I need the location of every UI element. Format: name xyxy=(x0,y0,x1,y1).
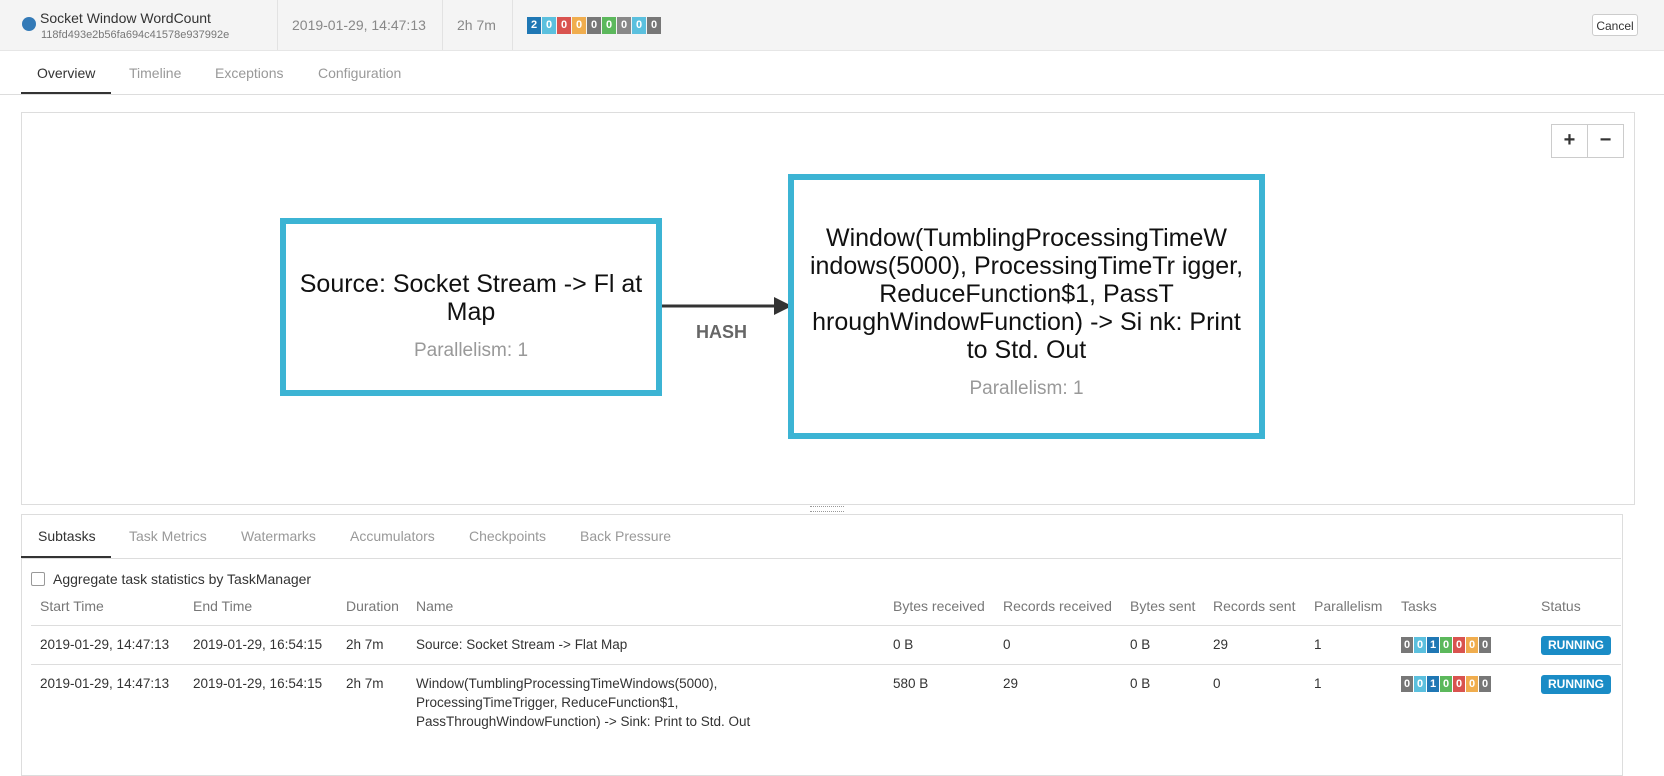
cell-start-time: 2019-01-29, 14:47:13 xyxy=(40,676,170,691)
task-state-badge: 0 xyxy=(1466,637,1478,653)
col-bytes-sent[interactable]: Bytes sent xyxy=(1130,598,1195,614)
cell-bytes-received: 580 B xyxy=(893,676,929,691)
tab-subtasks[interactable]: Subtasks xyxy=(38,528,96,544)
graph-node-window[interactable]: Window(TumblingProcessingTimeW indows(50… xyxy=(788,174,1265,439)
node-parallelism: Parallelism: 1 xyxy=(969,378,1084,399)
cell-start-time: 2019-01-29, 14:47:13 xyxy=(40,637,170,652)
tab-checkpoints[interactable]: Checkpoints xyxy=(469,528,546,544)
col-status[interactable]: Status xyxy=(1541,598,1581,614)
job-name: Socket Window WordCount xyxy=(40,10,211,26)
task-count-badge: 0 xyxy=(617,17,631,34)
cell-duration: 2h 7m xyxy=(346,676,384,691)
task-state-badge: 0 xyxy=(1401,637,1413,653)
tab-task-metrics[interactable]: Task Metrics xyxy=(129,528,207,544)
task-state-badge: 0 xyxy=(1401,676,1413,692)
task-count-badge: 0 xyxy=(647,17,661,34)
task-state-badge: 1 xyxy=(1427,676,1439,692)
cell-bytes-received: 0 B xyxy=(893,637,914,652)
status-badge: RUNNING xyxy=(1541,675,1611,694)
task-count-badge: 0 xyxy=(602,17,616,34)
task-count-badge: 2 xyxy=(527,17,541,34)
job-tabs: Overview Timeline Exceptions Configurati… xyxy=(0,52,1664,95)
task-count-badge: 0 xyxy=(572,17,586,34)
header-divider xyxy=(512,0,513,50)
header-divider xyxy=(277,0,278,50)
task-state-badge: 0 xyxy=(1453,676,1465,692)
cancel-button[interactable]: Cancel xyxy=(1592,14,1638,36)
task-state-badge: 0 xyxy=(1414,637,1426,653)
tab-configuration[interactable]: Configuration xyxy=(318,65,401,81)
task-state-badge: 0 xyxy=(1440,637,1452,653)
table-divider xyxy=(31,664,1621,665)
cell-records-sent: 29 xyxy=(1213,637,1229,652)
task-count-badge: 0 xyxy=(587,17,601,34)
col-name[interactable]: Name xyxy=(416,598,453,614)
tab-accumulators[interactable]: Accumulators xyxy=(350,528,435,544)
node-title: Source: Socket Stream -> Fl at Map xyxy=(299,270,643,326)
aggregate-label: Aggregate task statistics by TaskManager xyxy=(53,571,312,587)
col-bytes-received[interactable]: Bytes received xyxy=(893,598,985,614)
col-records-received[interactable]: Records received xyxy=(1003,598,1112,614)
col-records-sent[interactable]: Records sent xyxy=(1213,598,1295,614)
col-tasks[interactable]: Tasks xyxy=(1401,598,1437,614)
task-count-badge: 0 xyxy=(557,17,571,34)
tab-timeline[interactable]: Timeline xyxy=(129,65,181,81)
job-status-icon xyxy=(22,17,36,31)
cell-duration: 2h 7m xyxy=(346,637,384,652)
cell-parallelism: 1 xyxy=(1314,676,1322,691)
tab-active-indicator xyxy=(21,92,111,94)
job-task-counts: 200000000 xyxy=(527,17,661,34)
cell-end-time: 2019-01-29, 16:54:15 xyxy=(193,676,323,691)
tab-watermarks[interactable]: Watermarks xyxy=(241,528,316,544)
tab-exceptions[interactable]: Exceptions xyxy=(215,65,283,81)
zoom-in-button[interactable]: + xyxy=(1551,124,1588,158)
resize-handle[interactable] xyxy=(810,506,844,512)
zoom-out-button[interactable]: − xyxy=(1587,124,1624,158)
task-state-badge: 0 xyxy=(1479,676,1491,692)
job-id: 118fd493e2b56fa694c41578e937992e xyxy=(41,29,230,41)
col-parallelism[interactable]: Parallelism xyxy=(1314,598,1382,614)
task-state-badge: 0 xyxy=(1479,637,1491,653)
subtab-active-indicator xyxy=(21,556,111,558)
job-header: Socket Window WordCount 118fd493e2b56fa6… xyxy=(0,0,1664,51)
table-divider xyxy=(31,625,1621,626)
cell-bytes-sent: 0 B xyxy=(1130,637,1151,652)
tab-overview[interactable]: Overview xyxy=(37,65,95,81)
col-end-time[interactable]: End Time xyxy=(193,598,252,614)
tab-back-pressure[interactable]: Back Pressure xyxy=(580,528,671,544)
cell-name[interactable]: Window(TumblingProcessingTimeWindows(500… xyxy=(416,674,771,731)
graph-edge xyxy=(662,297,792,315)
cell-records-sent: 0 xyxy=(1213,676,1221,691)
node-title: Window(TumblingProcessingTimeW indows(50… xyxy=(809,224,1244,364)
header-divider xyxy=(442,0,443,50)
cell-records-received: 29 xyxy=(1003,676,1019,691)
cell-bytes-sent: 0 B xyxy=(1130,676,1151,691)
status-badge: RUNNING xyxy=(1541,636,1611,655)
job-duration: 2h 7m xyxy=(457,17,496,33)
task-state-badge: 0 xyxy=(1440,676,1452,692)
cell-tasks: 0010000 xyxy=(1401,676,1491,692)
edge-label: HASH xyxy=(696,322,748,342)
aggregate-checkbox[interactable] xyxy=(31,572,45,586)
graph-node-source[interactable]: Source: Socket Stream -> Fl at Map Paral… xyxy=(280,218,662,396)
node-parallelism: Parallelism: 1 xyxy=(413,340,529,361)
cell-records-received: 0 xyxy=(1003,637,1011,652)
task-count-badge: 0 xyxy=(542,17,556,34)
cell-tasks: 0010000 xyxy=(1401,637,1491,653)
col-duration[interactable]: Duration xyxy=(346,598,399,614)
col-start-time[interactable]: Start Time xyxy=(40,598,104,614)
cell-end-time: 2019-01-29, 16:54:15 xyxy=(193,637,323,652)
cell-name[interactable]: Source: Socket Stream -> Flat Map xyxy=(416,635,876,654)
task-state-badge: 1 xyxy=(1427,637,1439,653)
job-start-time: 2019-01-29, 14:47:13 xyxy=(292,17,426,33)
task-count-badge: 0 xyxy=(632,17,646,34)
cell-parallelism: 1 xyxy=(1314,637,1322,652)
task-state-badge: 0 xyxy=(1414,676,1426,692)
task-state-badge: 0 xyxy=(1466,676,1478,692)
task-state-badge: 0 xyxy=(1453,637,1465,653)
aggregate-toggle[interactable]: Aggregate task statistics by TaskManager xyxy=(31,571,311,587)
subtask-tabs: Subtasks Task Metrics Watermarks Accumul… xyxy=(21,516,1621,559)
